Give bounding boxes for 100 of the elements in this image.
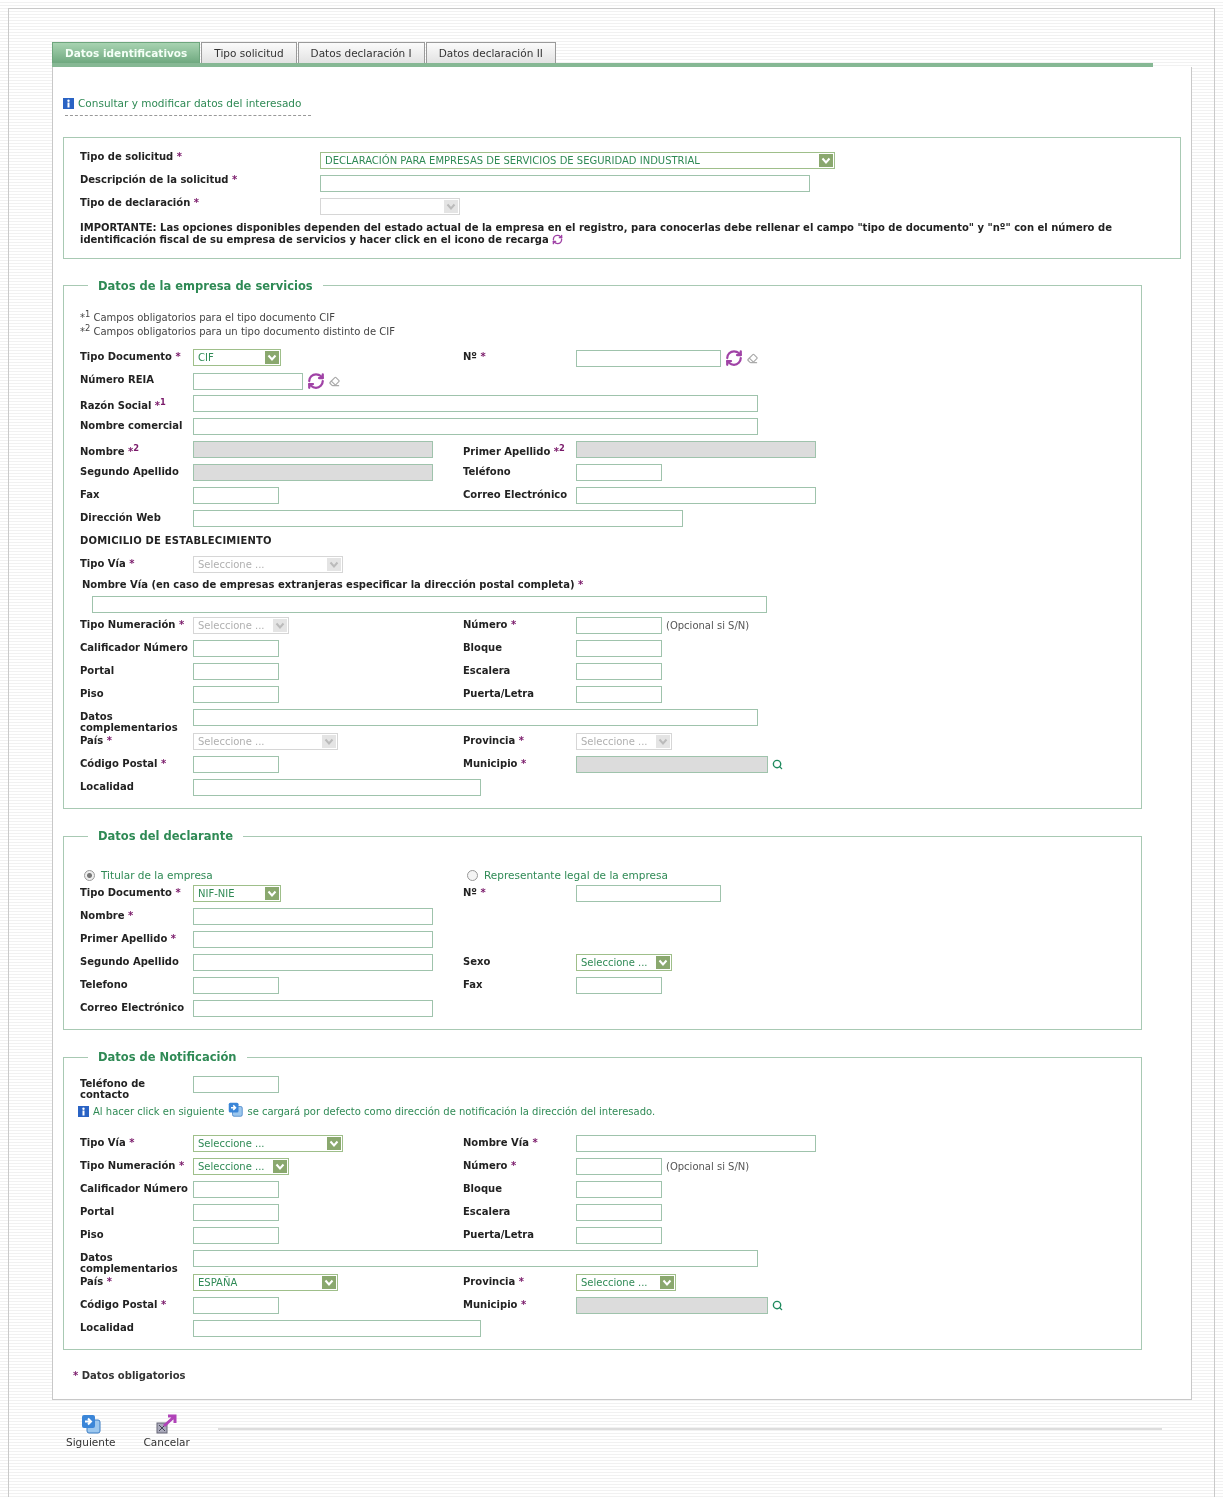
field-label: Localidad bbox=[80, 780, 135, 793]
required-legend: * Datos obligatorios bbox=[73, 1370, 1181, 1382]
tab[interactable]: Tipo solicitud bbox=[201, 42, 297, 63]
caret-icon bbox=[273, 1160, 287, 1174]
cancel-icon bbox=[155, 1414, 178, 1435]
text-field[interactable] bbox=[320, 174, 810, 192]
tab[interactable]: Datos declaración II bbox=[425, 42, 556, 63]
text-field[interactable] bbox=[193, 977, 279, 995]
field-label: Bloque bbox=[463, 1182, 503, 1195]
read-only-field[interactable] bbox=[576, 756, 768, 774]
select-field[interactable]: NIF-NIE bbox=[193, 885, 281, 903]
field-label: Piso bbox=[80, 687, 105, 700]
text-field[interactable] bbox=[576, 885, 721, 903]
field-label: Provincia * bbox=[463, 1275, 526, 1288]
field-label: Municipio * bbox=[463, 1298, 528, 1311]
text-field[interactable] bbox=[193, 1297, 279, 1315]
search-icon[interactable] bbox=[772, 759, 783, 771]
text-field[interactable] bbox=[576, 464, 662, 482]
next-button[interactable]: Siguiente bbox=[66, 1414, 116, 1449]
text-field[interactable] bbox=[193, 395, 758, 413]
cancel-button[interactable]: Cancelar bbox=[143, 1414, 190, 1449]
field-label: Nombre * bbox=[80, 909, 135, 922]
caret-icon bbox=[322, 735, 336, 749]
tab[interactable]: Datos declaración I bbox=[297, 42, 425, 63]
text-field[interactable] bbox=[576, 1181, 662, 1199]
text-field[interactable] bbox=[193, 1000, 433, 1018]
text-field[interactable] bbox=[576, 1227, 662, 1245]
text-field[interactable] bbox=[576, 1158, 662, 1176]
text-field[interactable] bbox=[576, 487, 816, 505]
text-field[interactable] bbox=[193, 931, 433, 949]
field-label: Nombre Vía (en caso de empresas extranjeras especificar la dirección postal completa) * bbox=[82, 578, 584, 591]
text-field[interactable] bbox=[576, 617, 662, 635]
search-icon[interactable] bbox=[772, 1300, 783, 1312]
field-label: Descripción de la solicitud * bbox=[80, 172, 239, 187]
field-label: Número * bbox=[463, 618, 518, 631]
select-field[interactable]: CIF bbox=[193, 349, 281, 367]
read-only-field[interactable] bbox=[193, 441, 433, 459]
info-link[interactable]: Consultar y modificar datos del interesado bbox=[63, 97, 302, 109]
text-field[interactable] bbox=[193, 1320, 481, 1338]
caret-icon bbox=[656, 735, 670, 749]
text-field[interactable] bbox=[193, 1250, 758, 1268]
field-label: Tipo Documento * bbox=[80, 350, 182, 363]
refresh-icon[interactable] bbox=[307, 372, 325, 391]
text-field[interactable] bbox=[193, 510, 683, 528]
field-label: Teléfono de contacto bbox=[80, 1077, 147, 1101]
text-field[interactable] bbox=[193, 1076, 279, 1094]
field-label: Segundo Apellido bbox=[80, 465, 180, 478]
refresh-icon[interactable] bbox=[725, 349, 743, 368]
read-only-field[interactable] bbox=[193, 464, 433, 482]
text-field[interactable] bbox=[576, 686, 662, 704]
text-field[interactable] bbox=[576, 1135, 816, 1153]
text-field[interactable] bbox=[92, 596, 767, 614]
section-title: Datos de la empresa de servicios bbox=[97, 278, 314, 293]
field-label: Datos complementarios bbox=[80, 710, 179, 734]
text-field[interactable] bbox=[193, 1181, 279, 1199]
caret-icon bbox=[265, 887, 279, 901]
field-label: Tipo Numeración * bbox=[80, 1159, 186, 1172]
field-label: Correo Electrónico bbox=[80, 1001, 186, 1014]
field-label: Puerta/Letra bbox=[463, 1228, 535, 1241]
caret-icon bbox=[322, 1276, 336, 1290]
radio-option[interactable]: Representante legal de la empresa bbox=[463, 869, 668, 882]
text-field[interactable] bbox=[576, 349, 721, 367]
select-field[interactable]: DECLARACIÓN PARA EMPRESAS DE SERVICIOS DE SEGURIDAD INDUSTRIAL bbox=[320, 151, 835, 169]
next-document-icon bbox=[228, 1102, 244, 1118]
field-label: Nº * bbox=[463, 350, 487, 363]
field-label: Localidad bbox=[80, 1321, 135, 1334]
read-only-field[interactable] bbox=[576, 1297, 768, 1315]
text-field[interactable] bbox=[193, 779, 481, 797]
text-field[interactable] bbox=[193, 908, 433, 926]
text-field[interactable] bbox=[193, 640, 279, 658]
select-field[interactable]: ESPAÑA bbox=[193, 1274, 338, 1292]
text-field[interactable] bbox=[193, 954, 433, 972]
text-field[interactable] bbox=[193, 686, 279, 704]
text-field[interactable] bbox=[193, 663, 279, 681]
text-field[interactable] bbox=[576, 1204, 662, 1222]
text-field[interactable] bbox=[193, 709, 758, 727]
text-field[interactable] bbox=[193, 756, 279, 774]
text-field[interactable] bbox=[576, 663, 662, 681]
field-label: Tipo Numeración * bbox=[80, 618, 186, 631]
text-field[interactable] bbox=[193, 372, 303, 390]
radio-option[interactable]: Titular de la empresa bbox=[80, 869, 213, 882]
field-label: Número REIA bbox=[80, 373, 155, 386]
text-field[interactable] bbox=[193, 418, 758, 436]
field-label: Escalera bbox=[463, 664, 512, 677]
field-label: País * bbox=[80, 1275, 113, 1288]
select-field[interactable]: Seleccione ... bbox=[576, 1274, 676, 1292]
eraser-icon[interactable] bbox=[329, 375, 340, 387]
select-field[interactable]: Seleccione ... bbox=[193, 1135, 343, 1153]
text-field[interactable] bbox=[576, 977, 662, 995]
select-field[interactable]: Seleccione ... bbox=[576, 954, 672, 972]
info-text: Al hacer click en siguiente bbox=[93, 1106, 225, 1118]
text-field[interactable] bbox=[193, 1227, 279, 1245]
field-label: Calificador Número bbox=[80, 1182, 189, 1195]
field-label: Código Postal * bbox=[80, 757, 168, 770]
text-field[interactable] bbox=[193, 487, 279, 505]
select-field[interactable]: Seleccione ... bbox=[193, 1158, 289, 1176]
eraser-icon[interactable] bbox=[747, 352, 758, 364]
text-field[interactable] bbox=[576, 640, 662, 658]
text-field[interactable] bbox=[193, 1204, 279, 1222]
read-only-field[interactable] bbox=[576, 441, 816, 459]
